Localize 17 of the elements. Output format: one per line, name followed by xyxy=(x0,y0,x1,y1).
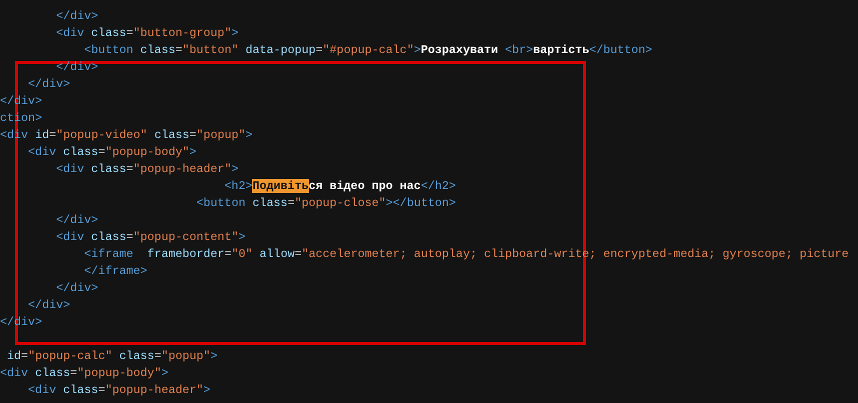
code-line: </iframe> xyxy=(84,263,148,280)
code-line: </div> xyxy=(56,280,98,297)
code-line: <div class="popup-header"> xyxy=(56,161,238,178)
code-line: </div> xyxy=(28,76,70,93)
code-line: <button class="popup-close"></button> xyxy=(196,195,456,212)
code-line: <div class="popup-header"> xyxy=(28,382,210,399)
code-line: <button class="button" data-popup="#popup-calc">Розрахувати <br>вартість</button> xyxy=(84,42,652,59)
code-line: <div class="button-group"> xyxy=(56,25,238,42)
code-line: <div class="popup-content"> xyxy=(56,229,246,246)
code-line: <h2>Подивіться відео про нас</h2> xyxy=(224,178,456,195)
code-line: </div> xyxy=(56,212,98,229)
code-line: </div> xyxy=(56,8,98,25)
code-line: </div> xyxy=(56,59,98,76)
code-line: </div> xyxy=(28,297,70,314)
code-line: <div class="popup-body"> xyxy=(0,365,168,382)
code-line: id="popup-calc" class="popup"> xyxy=(6,348,218,365)
code-line: <div class="popup-body"> xyxy=(28,144,196,161)
